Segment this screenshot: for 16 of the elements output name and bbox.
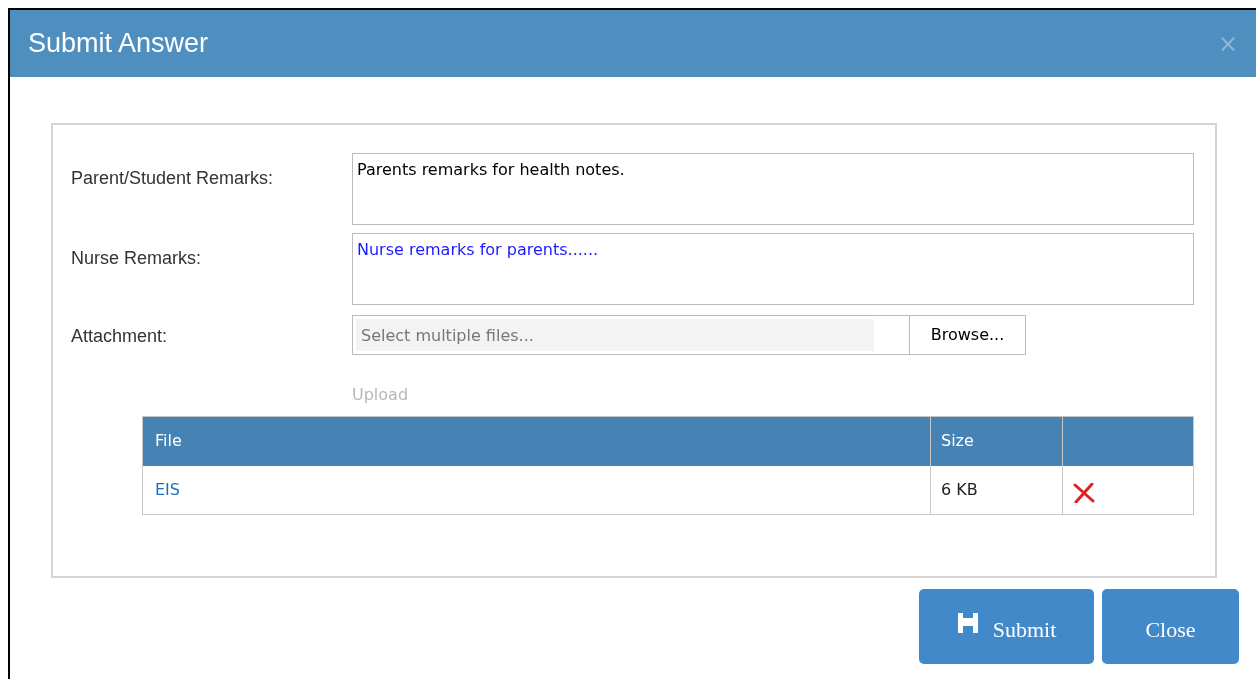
table-cell: 6 KB [930, 465, 1063, 515]
delete-icon[interactable] [1073, 482, 1095, 503]
close-button[interactable]: Close [1102, 589, 1239, 664]
column-header: File [142, 416, 931, 466]
browse-button[interactable]: Browse... [910, 315, 1026, 355]
field-label: Nurse Remarks: [71, 247, 203, 270]
file-link[interactable]: EIS [155, 479, 180, 499]
file-field[interactable]: Select multiple files... [352, 315, 910, 355]
remarks-field[interactable]: Nurse remarks for parents...... [352, 233, 1194, 305]
submit-button[interactable]: Submit [919, 589, 1094, 664]
save-icon [956, 612, 979, 634]
field-label: Attachment: [71, 325, 169, 348]
column-header: Size [930, 416, 1063, 466]
window-title: Submit Answer [28, 27, 209, 61]
remarks-field[interactable]: Parents remarks for health notes. [352, 153, 1194, 225]
field-label: Parent/Student Remarks: [71, 167, 275, 190]
